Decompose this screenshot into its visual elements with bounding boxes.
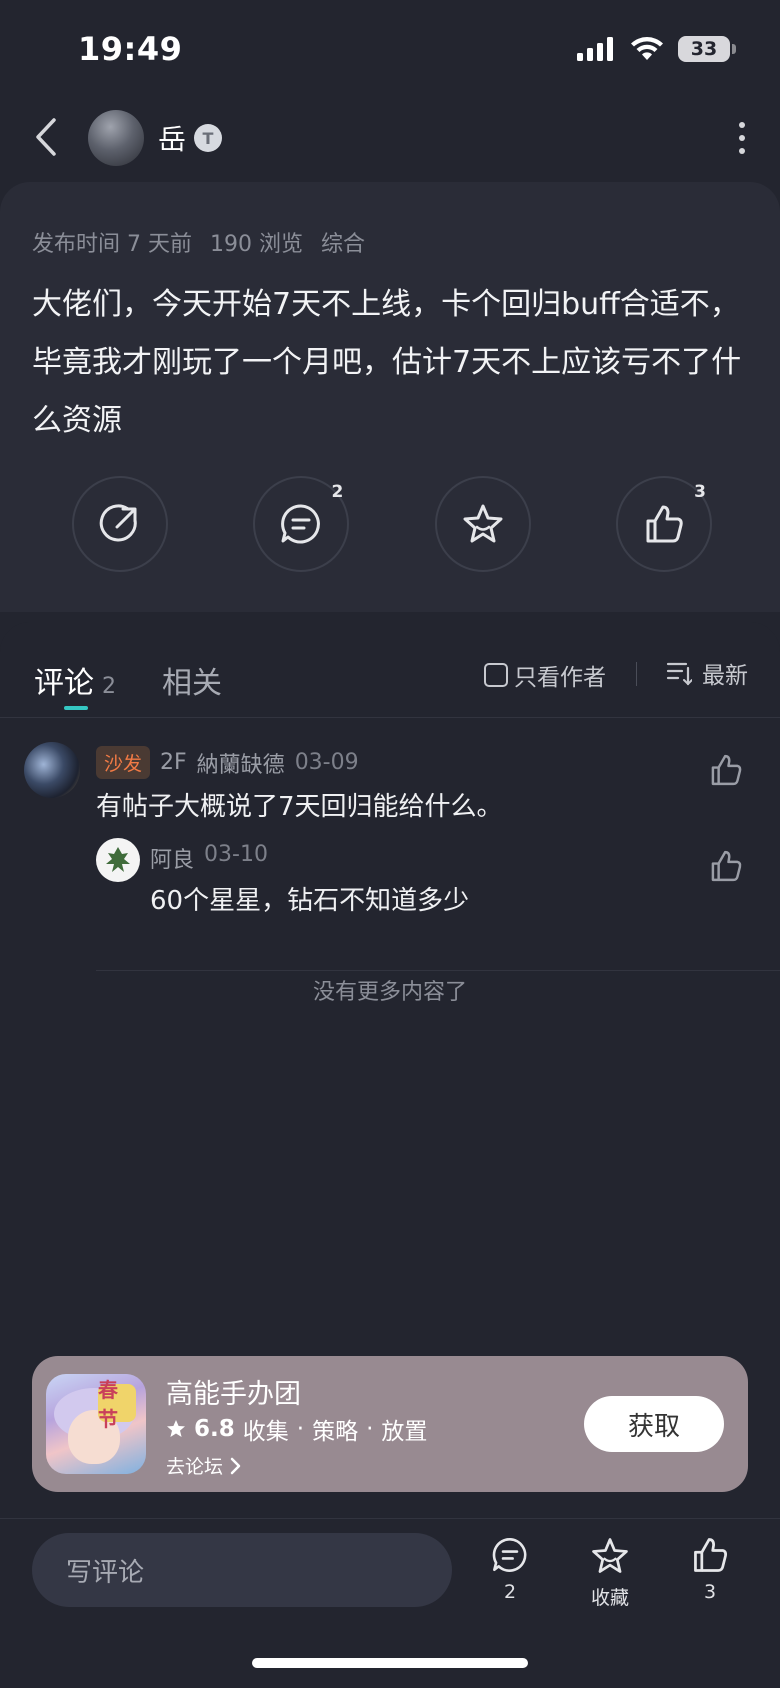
write-comment-input[interactable]: 写评论 (32, 1533, 452, 1607)
comment-icon (492, 1538, 527, 1572)
post-card: 发布时间 7 天前 190 浏览 综合 大佬们，今天开始7天不上线，卡个回归bu… (0, 182, 780, 612)
star-icon (463, 504, 503, 543)
battery-icon: 33 (678, 36, 736, 62)
game-forum-link[interactable]: 去论坛 (166, 1452, 241, 1479)
active-tab-indicator (64, 706, 88, 710)
comment-date: 03-09 (294, 750, 359, 775)
tab-related[interactable]: 相关 (162, 658, 222, 702)
chevron-right-icon (230, 1457, 241, 1474)
like-count: 3 (694, 482, 706, 502)
tab-comments[interactable]: 评论 2 (34, 658, 116, 702)
post-published-time: 发布时间 7 天前 (32, 232, 192, 257)
post-actions: 2 3 (72, 476, 712, 576)
post-body: 大佬们，今天开始7天不上线，卡个回归buff合适不，毕竟我才刚玩了一个月吧，估计… (32, 287, 742, 438)
get-game-button[interactable]: 获取 (584, 1396, 724, 1452)
game-icon: 春节 (46, 1374, 146, 1474)
reply-divider (96, 970, 780, 971)
comment-tabs: 评论 2 相关 只看作者 最新 (0, 622, 780, 718)
game-score: 6.8 (194, 1416, 235, 1442)
game-icon-tag: 春节 (98, 1378, 136, 1431)
thumbs-up-icon (694, 1538, 727, 1572)
tag-separator: · (296, 1416, 305, 1442)
forum-link-label: 去论坛 (166, 1456, 224, 1478)
wifi-icon (631, 37, 663, 60)
more-options-button[interactable] (732, 118, 752, 158)
tab-comments-label: 评论 (34, 666, 94, 701)
share-icon (99, 504, 137, 542)
bottom-like-count: 3 (703, 1581, 717, 1603)
nav-bar: 岳 T (0, 100, 780, 180)
author-only-label: 只看作者 (514, 665, 606, 691)
no-more-content: 没有更多内容了 (312, 980, 467, 1005)
game-meta: 6.8 收集 · 策略 · 放置 (166, 1412, 427, 1446)
replier-avatar[interactable] (96, 838, 140, 882)
bottom-like-button[interactable]: 3 (670, 1535, 750, 1603)
thumbs-up-icon (711, 850, 742, 882)
sort-button[interactable]: 最新 (666, 656, 748, 690)
tag-separator: · (366, 1416, 374, 1442)
cellular-signal-icon (577, 37, 613, 61)
bottom-favorite-button[interactable]: 收藏 (570, 1535, 650, 1610)
favorite-action-button[interactable] (434, 476, 531, 572)
game-tag: 收集 (242, 1419, 289, 1445)
thumbs-up-icon (646, 505, 683, 543)
comment-like-button[interactable] (708, 752, 744, 792)
comment-text: 有帖子大概说了7天回归能给什么。 (96, 792, 503, 822)
game-tag: 策略 (312, 1419, 359, 1445)
game-promo-card[interactable]: 春节 高能手办团 6.8 收集 · 策略 · 放置 去论坛 获取 (32, 1356, 748, 1492)
more-dot (739, 148, 745, 154)
post-view-count: 190 浏览 (209, 232, 303, 257)
comment-floor: 2F (160, 750, 187, 775)
reply-header: 阿良 03-10 (150, 842, 268, 874)
commenter-name[interactable]: 納蘭缺德 (197, 747, 285, 779)
back-button[interactable] (26, 112, 66, 162)
post-detail-page: 19:49 33 岳 T 发布时间 7 天前 190 浏览 综合 大佬们，今天开… (0, 0, 780, 1688)
game-tag: 放置 (381, 1419, 428, 1445)
star-icon (592, 1538, 628, 1573)
share-button[interactable] (72, 476, 168, 572)
reply-date: 03-10 (204, 842, 268, 867)
reply-like-button[interactable] (708, 848, 744, 888)
status-time: 19:49 (78, 30, 183, 68)
sort-icon (666, 662, 692, 686)
thumbs-up-icon (711, 754, 742, 786)
reply-item: 阿良 03-10 60个星星，钻石不知道多少 (96, 838, 780, 948)
author-only-checkbox[interactable] (484, 663, 508, 687)
tabs-divider (636, 662, 637, 686)
bottom-comment-count: 2 (503, 1581, 517, 1603)
sofa-badge: 沙发 (96, 746, 151, 779)
commenter-avatar[interactable] (24, 742, 80, 798)
comment-action-button[interactable]: 2 (253, 476, 350, 572)
like-action-button[interactable]: 3 (615, 476, 712, 572)
author-only-toggle[interactable]: 只看作者 (484, 658, 606, 692)
more-dot (739, 135, 745, 141)
tab-comments-count: 2 (102, 674, 116, 699)
more-dot (739, 122, 745, 128)
star-icon (167, 1420, 185, 1437)
post-category[interactable]: 综合 (321, 226, 365, 258)
game-name: 高能手办团 (166, 1379, 301, 1410)
chevron-left-icon (36, 118, 56, 156)
status-icons: 33 (576, 36, 736, 62)
author-level-badge: T (194, 124, 222, 152)
author-name[interactable]: 岳 (158, 118, 186, 158)
comment-icon (281, 504, 321, 544)
comment-count: 2 (331, 482, 344, 502)
status-bar: 19:49 33 (0, 0, 780, 100)
post-meta: 发布时间 7 天前 190 浏览 综合 (32, 226, 365, 258)
author-avatar[interactable] (88, 110, 144, 166)
bottom-comment-button[interactable]: 2 (470, 1535, 550, 1603)
reply-text: 60个星星，钻石不知道多少 (150, 886, 470, 916)
avatar-image (106, 847, 130, 872)
battery-level: 33 (690, 38, 718, 60)
home-indicator[interactable] (252, 1658, 528, 1668)
bottom-favorite-label: 收藏 (590, 1587, 629, 1609)
replier-name[interactable]: 阿良 (150, 842, 194, 874)
sort-label: 最新 (702, 663, 748, 689)
comment-header: 沙发 2F 納蘭缺德 03-09 (96, 746, 359, 779)
